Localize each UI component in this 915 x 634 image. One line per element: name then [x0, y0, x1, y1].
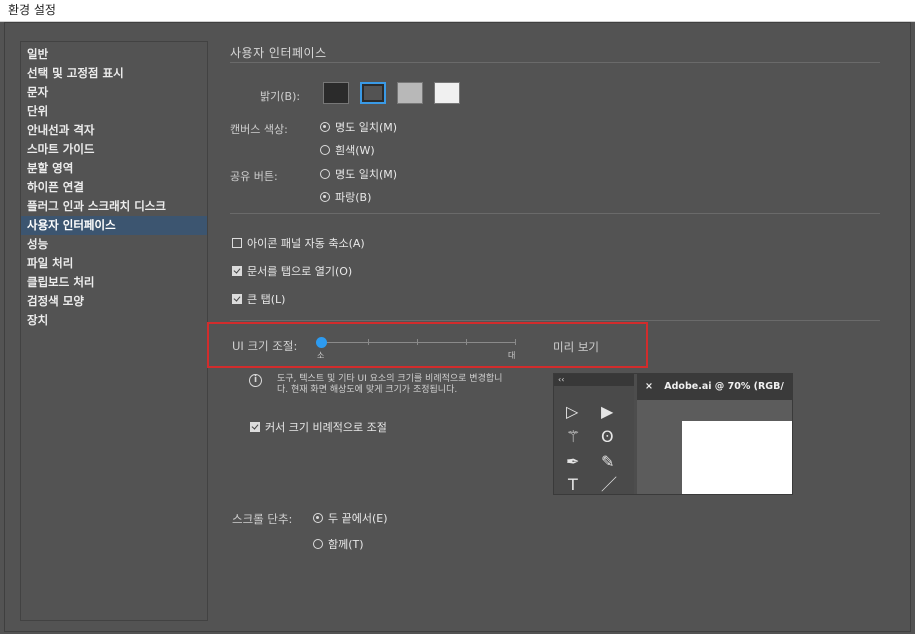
- type-tool-icon: T: [568, 475, 578, 494]
- checkbox-label: 아이콘 패널 자동 축소(A): [247, 237, 365, 250]
- sidebar-item[interactable]: 파일 처리: [21, 254, 207, 273]
- ui-scale-slider-thumb[interactable]: [316, 337, 327, 348]
- brightness-label: 밝기(B):: [260, 90, 301, 103]
- sidebar-item[interactable]: 클립보드 처리: [21, 273, 207, 292]
- brightness-swatch[interactable]: [397, 82, 423, 104]
- preview-tab-title: Adobe.ai @ 70% (RGB/: [664, 381, 784, 392]
- sidebar-item[interactable]: 검정색 모양: [21, 292, 207, 311]
- sidebar-item[interactable]: 사용자 인터페이스: [21, 216, 207, 235]
- radio-label: 명도 일치(M): [335, 168, 398, 181]
- sidebar: 일반 선택 및 고정점 표시 문자 단위 안내선과 격자 스마트 가이드 분할 영역 하이픈 …: [20, 41, 208, 621]
- sidebar-item[interactable]: 스마트 가이드: [21, 140, 207, 159]
- brightness-swatch[interactable]: [434, 82, 460, 104]
- radio-off-icon: [313, 539, 323, 549]
- preview-tools-panel: ‹‹ ▷ ▶ ⚚ ʘ ✒ ✎ T ／: [554, 374, 634, 494]
- ui-scale-label: UI 크기 조절:: [232, 339, 298, 353]
- radio-on-icon: [320, 122, 330, 132]
- radio-label: 함께(T): [328, 538, 364, 551]
- radio-label: 흰색(W): [335, 144, 375, 157]
- brightness-swatch[interactable]: [360, 82, 386, 104]
- share-button-option-match[interactable]: 명도 일치(M): [320, 166, 397, 182]
- canvas-color-option-match[interactable]: 명도 일치(M): [320, 119, 397, 135]
- slider-tick: [515, 339, 516, 345]
- radio-label: 파랑(B): [335, 191, 372, 204]
- radio-on-icon: [320, 192, 330, 202]
- preview-label: 미리 보기: [553, 340, 599, 354]
- checkbox-checked-icon: [232, 266, 242, 276]
- selection-tool-icon: ▷: [566, 402, 579, 421]
- radio-on-icon: [313, 513, 323, 523]
- scroll-buttons-option-together[interactable]: 함께(T): [313, 536, 364, 552]
- preview-document-tab: × Adobe.ai @ 70% (RGB/: [637, 374, 792, 400]
- sidebar-item[interactable]: 문자: [21, 83, 207, 102]
- scroll-buttons-option-both-ends[interactable]: 두 끝에서(E): [313, 510, 388, 526]
- preview-artboard: [682, 421, 792, 494]
- auto-collapse-icon-panels-checkbox[interactable]: 아이콘 패널 자동 축소(A): [232, 235, 365, 251]
- preview-panel-header: ‹‹: [554, 374, 634, 386]
- info-icon: i: [249, 374, 262, 387]
- share-button-option-blue[interactable]: 파랑(B): [320, 189, 371, 205]
- radio-off-icon: [320, 169, 330, 179]
- canvas-color-label: 캔버스 색상:: [230, 123, 288, 136]
- ui-scale-info-text: 도구, 텍스트 및 기타 UI 요소의 크기를 비례적으로 변경합니다. 현재 …: [277, 374, 503, 395]
- slider-tick: [417, 339, 418, 345]
- sidebar-list: 일반 선택 및 고정점 표시 문자 단위 안내선과 격자 스마트 가이드 분할 영역 하이픈 …: [21, 45, 207, 330]
- direct-selection-tool-icon: ▶: [601, 402, 614, 421]
- sidebar-item[interactable]: 안내선과 격자: [21, 121, 207, 140]
- checkbox-label: 큰 탭(L): [247, 293, 286, 306]
- open-documents-as-tabs-checkbox[interactable]: 문서를 탭으로 열기(O): [232, 263, 352, 279]
- scroll-buttons-label: 스크롤 단추:: [232, 512, 293, 526]
- checkbox-checked-icon: [250, 422, 260, 432]
- radio-label: 명도 일치(M): [335, 121, 398, 134]
- window-title: 환경 설정: [0, 0, 915, 22]
- line-tool-icon: ／: [601, 475, 618, 494]
- large-tabs-checkbox[interactable]: 큰 탭(L): [232, 291, 285, 307]
- ui-scale-min-label: 소: [317, 351, 325, 360]
- sidebar-item[interactable]: 하이픈 연결: [21, 178, 207, 197]
- divider: [230, 213, 880, 214]
- checkbox-label: 문서를 탭으로 열기(O): [247, 265, 353, 278]
- canvas-color-option-white[interactable]: 흰색(W): [320, 142, 375, 158]
- lasso-tool-icon: ʘ: [601, 427, 614, 446]
- sidebar-item[interactable]: 선택 및 고정점 표시: [21, 64, 207, 83]
- radio-label: 두 끝에서(E): [328, 512, 388, 525]
- close-icon: ×: [645, 381, 653, 392]
- sidebar-item[interactable]: 일반: [21, 45, 207, 64]
- checkbox-label: 커서 크기 비례적으로 조절: [265, 421, 387, 434]
- pen-tool-icon: ✒: [566, 452, 580, 471]
- sidebar-item[interactable]: 플러그 인과 스크래치 디스크: [21, 197, 207, 216]
- section-divider: [230, 62, 880, 63]
- ui-scale-preview: ‹‹ ▷ ▶ ⚚ ʘ ✒ ✎ T ／ × Adobe.ai @ 70% (RGB…: [553, 373, 793, 495]
- brightness-swatch[interactable]: [323, 82, 349, 104]
- slider-tick: [368, 339, 369, 345]
- sidebar-item[interactable]: 장치: [21, 311, 207, 330]
- ui-scale-max-label: 대: [508, 351, 516, 360]
- section-title: 사용자 인터페이스: [230, 46, 327, 60]
- magic-wand-tool-icon: ⚚: [566, 427, 581, 446]
- divider: [230, 320, 880, 321]
- sidebar-item[interactable]: 단위: [21, 102, 207, 121]
- share-button-label: 공유 버튼:: [230, 170, 278, 183]
- curvature-tool-icon: ✎: [601, 452, 615, 471]
- radio-off-icon: [320, 145, 330, 155]
- checkbox-checked-icon: [232, 294, 242, 304]
- sidebar-item[interactable]: 분할 영역: [21, 159, 207, 178]
- sidebar-item[interactable]: 성능: [21, 235, 207, 254]
- ui-scale-slider-track[interactable]: [321, 342, 516, 343]
- checkbox-unchecked-icon: [232, 238, 242, 248]
- slider-tick: [466, 339, 467, 345]
- scale-cursor-checkbox[interactable]: 커서 크기 비례적으로 조절: [250, 419, 387, 435]
